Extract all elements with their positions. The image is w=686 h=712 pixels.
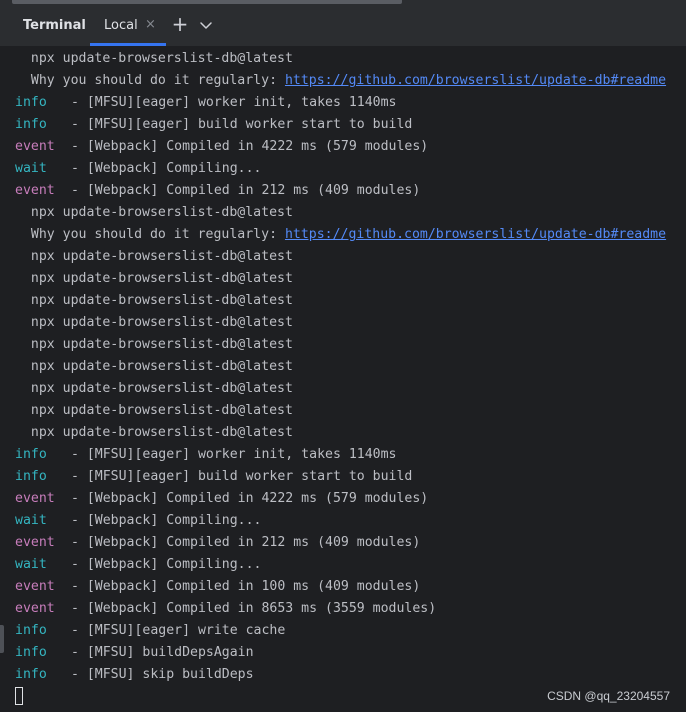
- close-icon[interactable]: ×: [145, 18, 157, 32]
- terminal-tool-window: Terminal Local × + CSDN @qq_23204557 npx…: [0, 0, 686, 712]
- terminal-line: Why you should do it regularly: https://…: [15, 70, 666, 92]
- log-level: event: [15, 535, 55, 550]
- log-text: npx update-browserslist-db@latest: [15, 403, 293, 418]
- terminal-line: npx update-browserslist-db@latest: [15, 246, 293, 268]
- terminal-line: npx update-browserslist-db@latest: [15, 378, 293, 400]
- log-level: event: [15, 491, 55, 506]
- terminal-output[interactable]: CSDN @qq_23204557 npx update-browserslis…: [0, 47, 686, 712]
- log-text: - [Webpack] Compiled in 4222 ms (579 mod…: [63, 139, 429, 154]
- log-level: event: [15, 601, 55, 616]
- terminal-line: wait - [Webpack] Compiling...: [15, 158, 262, 180]
- new-tab-button[interactable]: +: [170, 14, 190, 35]
- log-text: - [MFSU][eager] build worker start to bu…: [63, 469, 413, 484]
- terminal-line: info - [MFSU][eager] worker init, takes …: [15, 444, 396, 466]
- log-level: wait: [15, 161, 47, 176]
- log-level: info: [15, 117, 47, 132]
- log-text: - [Webpack] Compiled in 8653 ms (3559 mo…: [63, 601, 437, 616]
- terminal-line: npx update-browserslist-db@latest: [15, 268, 293, 290]
- terminal-line: npx update-browserslist-db@latest: [15, 422, 293, 444]
- log-text: - [MFSU] buildDepsAgain: [63, 645, 254, 660]
- terminal-line: npx update-browserslist-db@latest: [15, 48, 293, 70]
- terminal-cursor: [15, 687, 23, 705]
- tool-window-header: Terminal Local × +: [0, 5, 686, 47]
- log-level: info: [15, 95, 47, 110]
- readme-link[interactable]: https://github.com/browserslist/update-d…: [285, 227, 666, 242]
- tab-local[interactable]: Local ×: [90, 5, 166, 46]
- log-text: npx update-browserslist-db@latest: [15, 293, 293, 308]
- log-text: - [MFSU][eager] worker init, takes 1140m…: [63, 447, 397, 462]
- terminal-line: npx update-browserslist-db@latest: [15, 202, 293, 224]
- chevron-down-icon[interactable]: [197, 15, 215, 35]
- log-text: npx update-browserslist-db@latest: [15, 381, 293, 396]
- terminal-line: event - [Webpack] Compiled in 212 ms (40…: [15, 180, 420, 202]
- log-text: - [MFSU][eager] build worker start to bu…: [63, 117, 413, 132]
- tab-label: Local: [104, 18, 138, 33]
- terminal-line: info - [MFSU][eager] build worker start …: [15, 466, 412, 488]
- log-level: info: [15, 469, 47, 484]
- log-level: event: [15, 579, 55, 594]
- log-text: npx update-browserslist-db@latest: [15, 271, 293, 286]
- terminal-line: wait - [Webpack] Compiling...: [15, 554, 262, 576]
- terminal-line: info - [MFSU] buildDepsAgain: [15, 642, 254, 664]
- terminal-line: npx update-browserslist-db@latest: [15, 400, 293, 422]
- log-level: info: [15, 623, 47, 638]
- terminal-line: npx update-browserslist-db@latest: [15, 312, 293, 334]
- terminal-line: event - [Webpack] Compiled in 212 ms (40…: [15, 532, 420, 554]
- terminal-line: info - [MFSU][eager] write cache: [15, 620, 285, 642]
- scrollbar-thumb[interactable]: [12, 0, 402, 4]
- log-text: Why you should do it regularly:: [15, 73, 285, 88]
- log-text: npx update-browserslist-db@latest: [15, 249, 293, 264]
- log-text: - [MFSU] skip buildDeps: [63, 667, 254, 682]
- terminal-line: npx update-browserslist-db@latest: [15, 334, 293, 356]
- log-level: event: [15, 183, 55, 198]
- terminal-line: info - [MFSU][eager] build worker start …: [15, 114, 412, 136]
- terminal-line: event - [Webpack] Compiled in 100 ms (40…: [15, 576, 420, 598]
- readme-link[interactable]: https://github.com/browserslist/update-d…: [285, 73, 666, 88]
- log-level: event: [15, 139, 55, 154]
- terminal-line: info - [MFSU][eager] worker init, takes …: [15, 92, 396, 114]
- log-text: npx update-browserslist-db@latest: [15, 205, 293, 220]
- terminal-line: npx update-browserslist-db@latest: [15, 356, 293, 378]
- active-tab-indicator: [90, 43, 166, 46]
- log-text: - [Webpack] Compiled in 4222 ms (579 mod…: [63, 491, 429, 506]
- terminal-line: event - [Webpack] Compiled in 8653 ms (3…: [15, 598, 436, 620]
- log-text: npx update-browserslist-db@latest: [15, 359, 293, 374]
- terminal-line: event - [Webpack] Compiled in 4222 ms (5…: [15, 488, 428, 510]
- terminal-line: event - [Webpack] Compiled in 4222 ms (5…: [15, 136, 428, 158]
- log-text: npx update-browserslist-db@latest: [15, 337, 293, 352]
- log-level: info: [15, 645, 47, 660]
- gutter-marker: [0, 625, 4, 653]
- tool-window-title: Terminal: [23, 18, 86, 33]
- log-text: - [Webpack] Compiling...: [63, 161, 262, 176]
- log-level: wait: [15, 557, 47, 572]
- log-level: info: [15, 667, 47, 682]
- terminal-line: wait - [Webpack] Compiling...: [15, 510, 262, 532]
- log-level: info: [15, 447, 47, 462]
- log-text: - [Webpack] Compiled in 212 ms (409 modu…: [63, 183, 421, 198]
- log-text: npx update-browserslist-db@latest: [15, 425, 293, 440]
- log-text: - [MFSU][eager] write cache: [63, 623, 286, 638]
- log-text: - [Webpack] Compiled in 100 ms (409 modu…: [63, 579, 421, 594]
- watermark: CSDN @qq_23204557: [547, 689, 670, 703]
- log-text: npx update-browserslist-db@latest: [15, 315, 293, 330]
- terminal-line: npx update-browserslist-db@latest: [15, 290, 293, 312]
- log-text: - [MFSU][eager] worker init, takes 1140m…: [63, 95, 397, 110]
- terminal-line: Why you should do it regularly: https://…: [15, 224, 666, 246]
- log-level: wait: [15, 513, 47, 528]
- terminal-line: info - [MFSU] skip buildDeps: [15, 664, 254, 686]
- log-text: npx update-browserslist-db@latest: [15, 51, 293, 66]
- log-text: Why you should do it regularly:: [15, 227, 285, 242]
- log-text: - [Webpack] Compiling...: [63, 557, 262, 572]
- log-text: - [Webpack] Compiling...: [63, 513, 262, 528]
- log-text: - [Webpack] Compiled in 212 ms (409 modu…: [63, 535, 421, 550]
